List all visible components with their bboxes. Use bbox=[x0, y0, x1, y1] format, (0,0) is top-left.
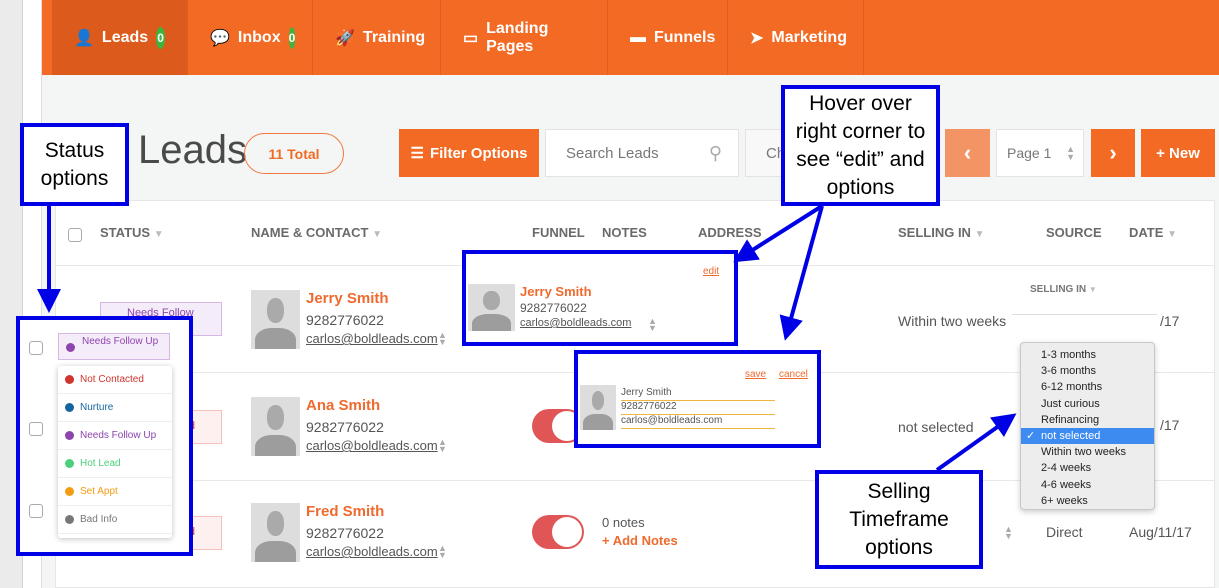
arrow bbox=[935, 413, 1017, 472]
annotation-arrows bbox=[37, 204, 1017, 472]
